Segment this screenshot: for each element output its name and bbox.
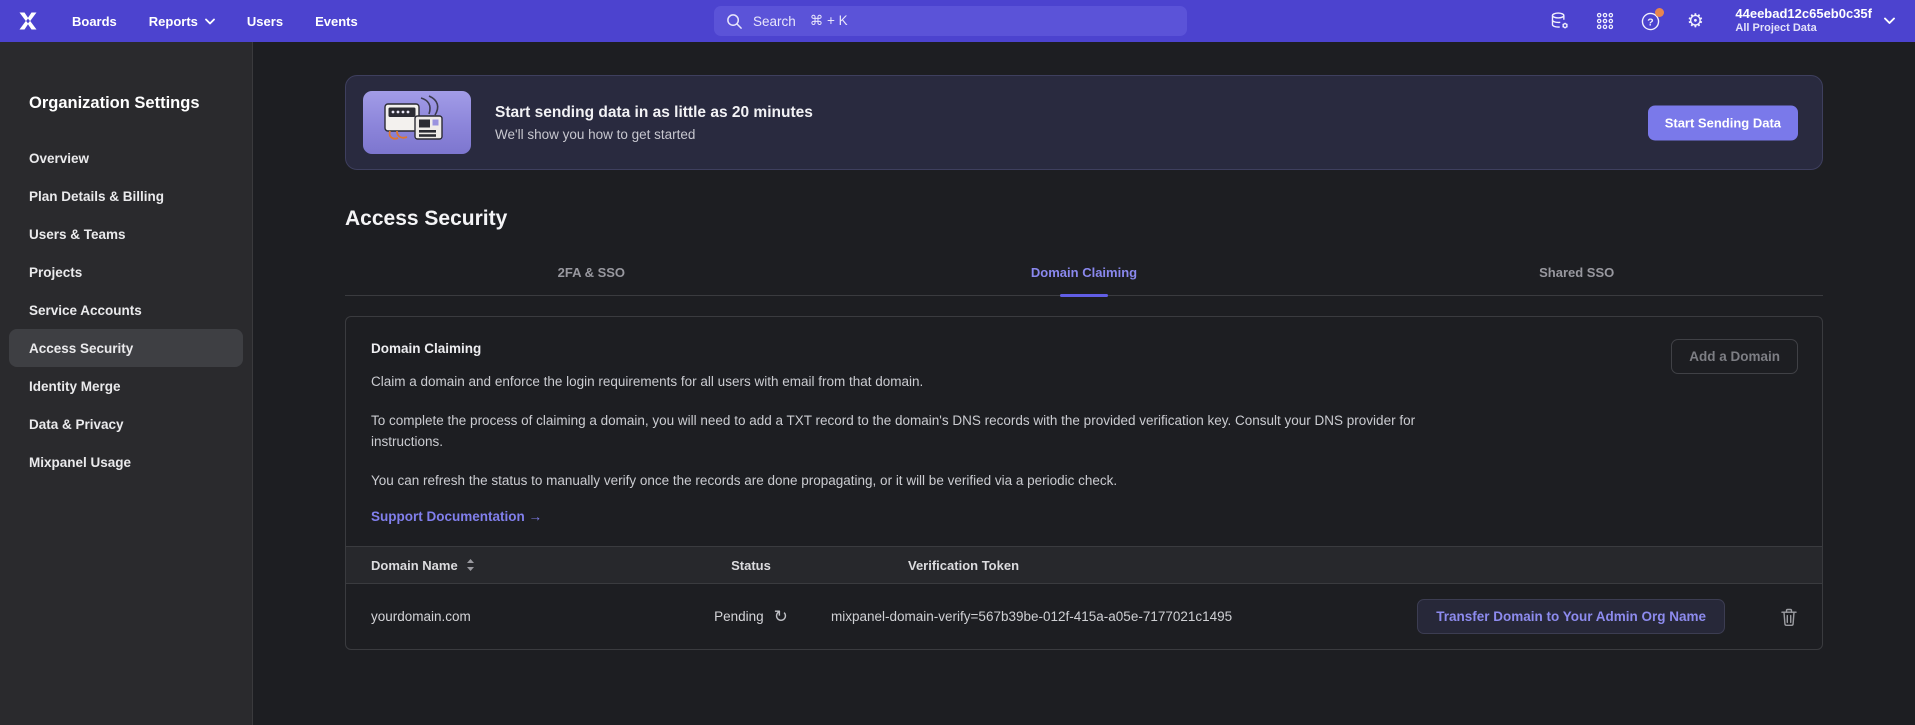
status-cell: Pending ↻ (671, 608, 831, 625)
nav-item-label: Boards (72, 14, 117, 29)
org-settings-sidebar: Organization Settings Overview Plan Deta… (0, 42, 253, 725)
org-id-text: 44eebad12c65eb0c35f (1735, 6, 1872, 22)
column-header-domain-name[interactable]: Domain Name (371, 558, 671, 573)
row-actions: Transfer Domain to Your Admin Org Name (1327, 599, 1797, 634)
chevron-down-icon (205, 18, 215, 25)
tab-2fa-sso[interactable]: 2FA & SSO (345, 255, 838, 295)
project-scope-text: All Project Data (1735, 22, 1872, 36)
navbar-right: ? ⚙ 44eebad12c65eb0c35f All Project Data (1549, 6, 1915, 36)
domain-name-cell: yourdomain.com (371, 609, 671, 624)
nav-item-label: Users (247, 14, 283, 29)
sidebar-item-access-security[interactable]: Access Security (9, 329, 243, 367)
refresh-status-icon[interactable]: ↻ (774, 608, 788, 625)
sidebar-title: Organization Settings (0, 94, 252, 113)
nav-item-label: Events (315, 14, 358, 29)
tab-domain-claiming[interactable]: Domain Claiming (838, 255, 1331, 295)
access-security-tabs: 2FA & SSO Domain Claiming Shared SSO (345, 255, 1823, 296)
svg-text:?: ? (1647, 16, 1653, 28)
org-project-switcher[interactable]: 44eebad12c65eb0c35f All Project Data (1735, 6, 1895, 36)
chevron-down-icon (1884, 17, 1895, 25)
banner-texts: Start sending data in as little as 20 mi… (495, 104, 813, 142)
card-title: Domain Claiming (371, 341, 1797, 356)
onboarding-banner: Start sending data in as little as 20 mi… (345, 75, 1823, 170)
column-header-verification-token: Verification Token (831, 558, 1327, 573)
sidebar-item-identity-merge[interactable]: Identity Merge (9, 367, 243, 405)
column-header-status: Status (671, 558, 831, 573)
delete-domain-button[interactable] (1781, 608, 1797, 626)
top-navbar: Boards Reports Users Events Search ⌘ + K (0, 0, 1915, 42)
sidebar-item-overview[interactable]: Overview (9, 139, 243, 177)
org-project-texts: 44eebad12c65eb0c35f All Project Data (1735, 6, 1872, 36)
primary-nav: Boards Reports Users Events (56, 0, 374, 42)
table-row: yourdomain.com Pending ↻ mixpanel-domain… (346, 583, 1822, 649)
search-input[interactable]: Search ⌘ + K (714, 6, 1187, 36)
help-icon[interactable]: ? (1639, 10, 1661, 32)
support-documentation-link[interactable]: Support Documentation → (371, 509, 542, 524)
banner-subtitle: We'll show you how to get started (495, 127, 813, 142)
sidebar-item-data-privacy[interactable]: Data & Privacy (9, 405, 243, 443)
tab-shared-sso[interactable]: Shared SSO (1330, 255, 1823, 295)
page-title: Access Security (345, 207, 1823, 231)
banner-title: Start sending data in as little as 20 mi… (495, 104, 813, 122)
sidebar-item-projects[interactable]: Projects (9, 253, 243, 291)
mixpanel-logo[interactable] (0, 9, 56, 33)
sidebar-item-users-teams[interactable]: Users & Teams (9, 215, 243, 253)
tab-label: 2FA & SSO (558, 265, 625, 280)
active-tab-underline (1060, 294, 1108, 297)
tab-label: Domain Claiming (1031, 265, 1137, 280)
sidebar-item-plan-details-billing[interactable]: Plan Details & Billing (9, 177, 243, 215)
card-instructions: To complete the process of claiming a do… (371, 410, 1429, 453)
start-sending-data-button[interactable]: Start Sending Data (1648, 105, 1798, 140)
domains-table-header: Domain Name Status Verification Token (346, 546, 1822, 583)
gear-glyph: ⚙ (1687, 12, 1704, 31)
nav-item-boards[interactable]: Boards (56, 0, 133, 42)
domain-claiming-text-block: Domain Claiming Claim a domain and enfor… (346, 341, 1822, 546)
domain-claiming-card: Domain Claiming Claim a domain and enfor… (345, 316, 1823, 650)
mixpanel-logo-icon (16, 9, 40, 33)
add-a-domain-button[interactable]: Add a Domain (1671, 339, 1798, 374)
column-header-label: Domain Name (371, 558, 458, 573)
transfer-domain-button[interactable]: Transfer Domain to Your Admin Org Name (1417, 599, 1725, 634)
tab-label: Shared SSO (1539, 265, 1614, 280)
card-description: Claim a domain and enforce the login req… (371, 371, 1429, 393)
onboarding-illustration (363, 91, 471, 154)
data-management-icon[interactable] (1549, 10, 1571, 32)
sidebar-item-mixpanel-usage[interactable]: Mixpanel Usage (9, 443, 243, 481)
status-text: Pending (714, 609, 764, 624)
sort-icon (466, 558, 475, 572)
settings-gear-icon[interactable]: ⚙ (1684, 10, 1706, 32)
sidebar-item-service-accounts[interactable]: Service Accounts (9, 291, 243, 329)
trash-icon (1781, 608, 1797, 626)
nav-item-users[interactable]: Users (231, 0, 299, 42)
verification-token-cell: mixpanel-domain-verify=567b39be-012f-415… (831, 609, 1327, 624)
search-placeholder: Search (753, 14, 796, 29)
search-shortcut: ⌘ + K (810, 13, 848, 29)
nav-item-label: Reports (149, 14, 198, 29)
search-icon (726, 13, 743, 30)
nav-item-reports[interactable]: Reports (133, 0, 231, 42)
card-refresh-note: You can refresh the status to manually v… (371, 470, 1429, 492)
apps-grid-icon[interactable] (1594, 10, 1616, 32)
main-content: Start sending data in as little as 20 mi… (253, 42, 1915, 725)
nav-item-events[interactable]: Events (299, 0, 374, 42)
help-notification-badge (1655, 8, 1664, 17)
